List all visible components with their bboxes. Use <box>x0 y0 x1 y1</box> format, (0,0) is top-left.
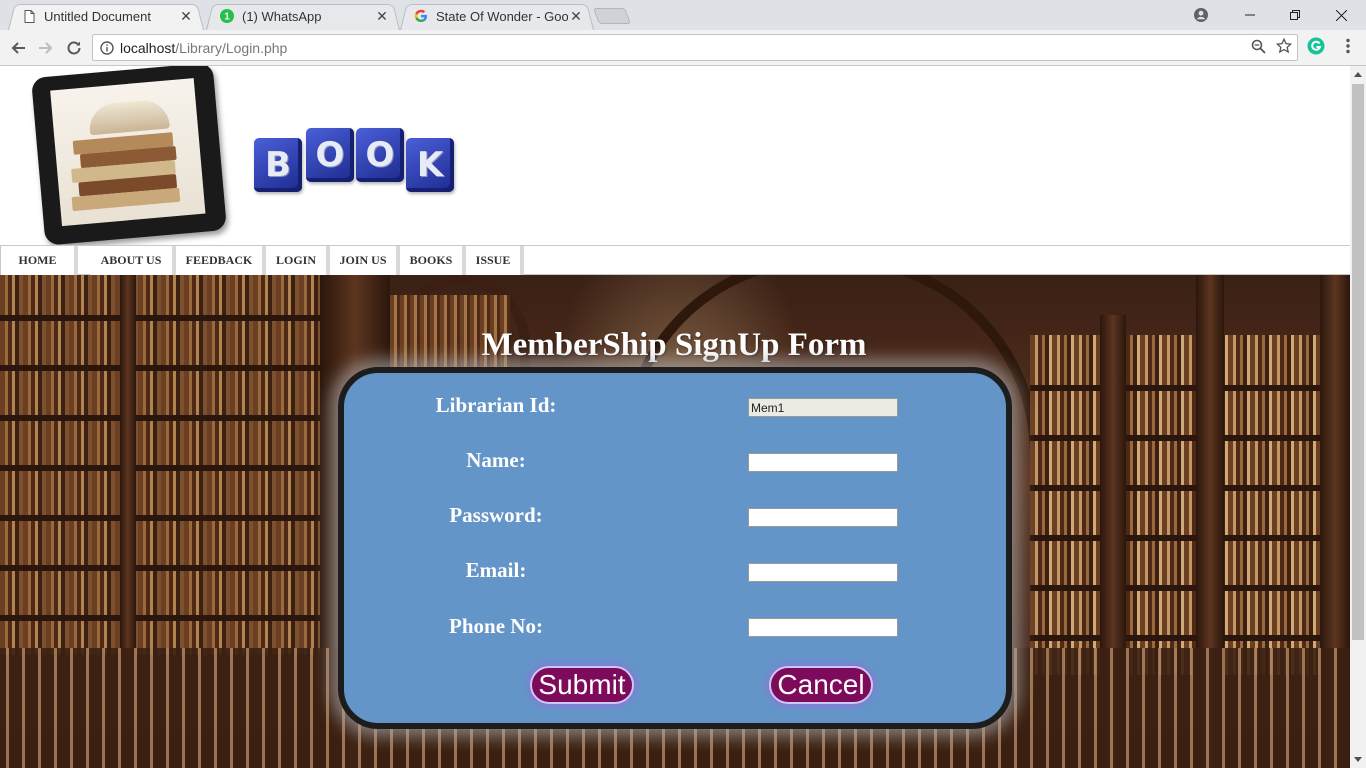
page-scrollbar[interactable] <box>1350 66 1366 768</box>
bookmark-star-icon[interactable] <box>1275 37 1293 55</box>
grammarly-extension-icon[interactable] <box>1307 37 1325 55</box>
new-tab-button[interactable] <box>593 8 631 24</box>
email-field[interactable] <box>748 563 898 582</box>
forward-arrow-icon[interactable] <box>34 36 58 60</box>
phone-label: Phone No: <box>449 614 543 638</box>
restore-icon[interactable] <box>1272 0 1318 30</box>
logo-letter: O <box>356 128 404 182</box>
logo-letter: K <box>406 138 454 192</box>
site-header: B O O K <box>0 66 1350 246</box>
tab-strip: Untitled Document ✕ 1 (1) WhatsApp ✕ Sta… <box>0 0 1366 30</box>
scrollbar-thumb[interactable] <box>1352 84 1364 640</box>
close-tab-icon[interactable]: ✕ <box>178 8 194 25</box>
nav-home[interactable]: HOME <box>0 246 78 275</box>
tab-untitled-document[interactable]: Untitled Document ✕ <box>8 2 204 30</box>
url-path: /Library/Login.php <box>175 39 288 56</box>
cancel-button[interactable]: Cancel <box>769 666 873 704</box>
address-bar[interactable]: localhost/Library/Login.php <box>92 34 1298 61</box>
email-label: Email: <box>465 558 527 582</box>
phone-field[interactable] <box>748 618 898 637</box>
google-icon <box>414 9 428 23</box>
whatsapp-icon: 1 <box>220 9 234 23</box>
tab-google[interactable]: State Of Wonder - Googl ✕ <box>400 2 594 30</box>
tablet-books-logo <box>31 66 227 246</box>
whatsapp-badge: 1 <box>224 12 230 23</box>
close-tab-icon[interactable]: ✕ <box>568 8 584 25</box>
nav-feedback[interactable]: FEEDBACK <box>176 246 266 275</box>
signup-form: Librarian Id: Name: Password: Email: Pho… <box>338 367 1012 729</box>
url-host: localhost <box>120 39 176 56</box>
nav-about-us[interactable]: ABOUT US <box>90 246 176 275</box>
close-tab-icon[interactable]: ✕ <box>374 8 390 25</box>
profile-icon[interactable] <box>1178 0 1224 30</box>
password-label: Password: <box>449 503 543 527</box>
main-nav: HOME ABOUT US FEEDBACK LOGIN JOIN US BOO… <box>0 245 1350 275</box>
nav-books[interactable]: BOOKS <box>400 246 466 275</box>
zoom-icon[interactable] <box>1249 37 1267 55</box>
logo-letter: B <box>254 138 302 192</box>
tab-title: (1) WhatsApp <box>242 8 322 24</box>
page-content: B O O K HOME ABOUT US FEEDBACK LOGIN JOI… <box>0 66 1350 768</box>
name-label: Name: <box>466 448 526 472</box>
tab-whatsapp[interactable]: 1 (1) WhatsApp ✕ <box>206 2 400 30</box>
name-field[interactable] <box>748 453 898 472</box>
info-icon[interactable] <box>100 40 114 55</box>
logo-letter: O <box>306 128 354 182</box>
book-cubes-logo: B O O K <box>252 124 456 192</box>
minimize-icon[interactable] <box>1227 0 1273 30</box>
nav-login[interactable]: LOGIN <box>266 246 330 275</box>
menu-kebab-icon[interactable] <box>1339 37 1357 55</box>
document-icon <box>22 9 36 23</box>
scroll-down-arrow-icon[interactable] <box>1354 757 1362 762</box>
close-window-icon[interactable] <box>1318 0 1364 30</box>
tab-title: Untitled Document <box>44 8 151 24</box>
submit-button[interactable]: Submit <box>530 666 634 704</box>
back-arrow-icon[interactable] <box>6 36 30 60</box>
form-title: MemberShip SignUp Form <box>481 327 867 363</box>
reload-icon[interactable] <box>62 36 86 60</box>
librarian-id-field[interactable] <box>748 398 898 417</box>
scroll-up-arrow-icon[interactable] <box>1354 72 1362 77</box>
browser-toolbar: localhost/Library/Login.php <box>0 30 1366 66</box>
nav-issue[interactable]: ISSUE <box>466 246 524 275</box>
librarian-id-label: Librarian Id: <box>435 393 557 417</box>
tab-title: State Of Wonder - Googl <box>436 8 568 24</box>
password-field[interactable] <box>748 508 898 527</box>
nav-join-us[interactable]: JOIN US <box>330 246 400 275</box>
